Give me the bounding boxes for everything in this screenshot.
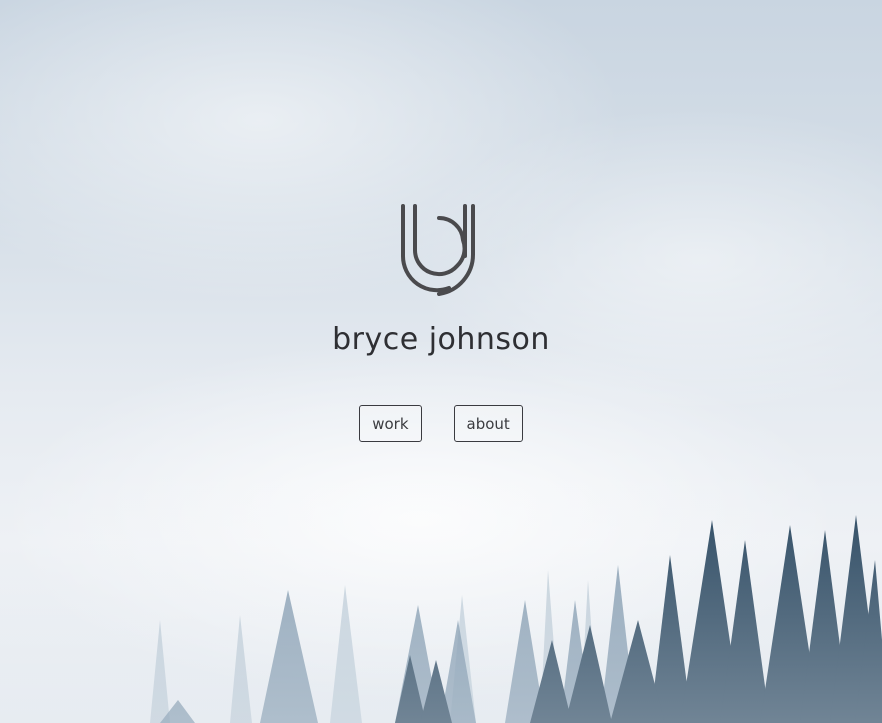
landing-page: bryce johnson work about [0, 0, 882, 723]
site-title: bryce johnson [332, 322, 550, 357]
hero: bryce johnson work about [0, 200, 882, 442]
work-button[interactable]: work [359, 405, 422, 442]
bj-monogram-icon [400, 204, 476, 296]
about-button[interactable]: about [453, 405, 523, 442]
main-nav: work about [359, 405, 523, 442]
